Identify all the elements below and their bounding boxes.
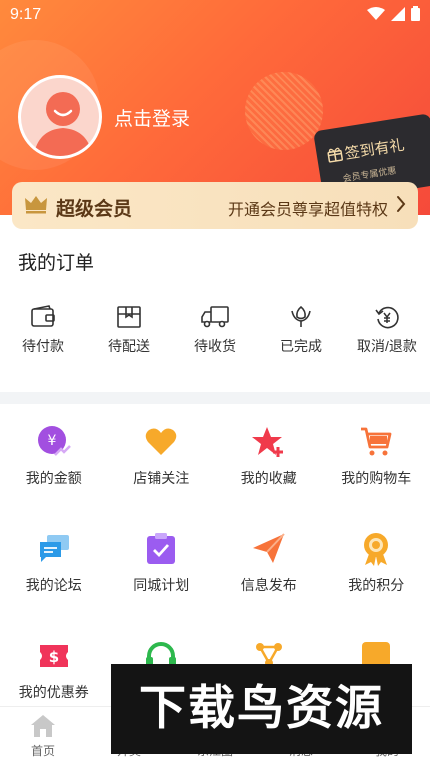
order-pending-receipt[interactable]: 待收货 [172, 305, 258, 365]
checklist-icon [147, 533, 176, 564]
order-pending-payment[interactable]: 待付款 [0, 305, 86, 365]
vip-member-banner[interactable]: 超级会员 开通会员尊享超值特权 [12, 182, 418, 229]
order-status-bar: 待付款 待配送 待收货 已完成 取消/退款 [0, 305, 430, 365]
service-label: 同城计划 [133, 577, 190, 593]
truck-icon [201, 306, 229, 328]
section-divider [0, 392, 430, 404]
service-label: 信息发布 [240, 577, 297, 593]
wallet-icon [31, 305, 55, 327]
service-cart[interactable]: 我的购物车 [323, 425, 430, 532]
crown-icon [25, 196, 47, 214]
login-link[interactable]: 点击登录 [114, 104, 190, 131]
service-publish-info[interactable]: 信息发布 [215, 532, 323, 639]
service-city-plan[interactable]: 同城计划 [108, 532, 216, 639]
heart-icon [145, 428, 177, 455]
paper-plane-icon [252, 533, 285, 563]
service-forum[interactable]: 我的论坛 [0, 532, 108, 639]
svg-text:$: $ [49, 648, 59, 666]
coupon-icon: $ [39, 645, 68, 667]
order-label: 待付款 [22, 338, 64, 354]
signal-icon [391, 6, 405, 21]
service-label: 我的收藏 [240, 470, 297, 486]
service-my-balance[interactable]: ¥ 我的金额 [0, 425, 108, 532]
service-label: 我的购物车 [341, 470, 412, 486]
order-label: 待收货 [194, 338, 236, 354]
wifi-icon [367, 6, 385, 20]
order-label: 取消/退款 [357, 338, 417, 354]
member-title: 超级会员 [56, 199, 133, 220]
star-icon [251, 427, 283, 457]
chevron-right-icon [397, 196, 406, 212]
nav-home[interactable]: 首页 [0, 707, 86, 764]
money-icon: ¥ [37, 426, 71, 456]
watermark: 下载鸟资源 [111, 664, 412, 754]
flower-icon [291, 305, 311, 327]
gift-icon [327, 147, 343, 163]
svg-text:¥: ¥ [47, 433, 56, 449]
status-bar: 9:17 [0, 0, 430, 30]
refund-icon [375, 306, 399, 329]
order-label: 待配送 [108, 338, 150, 354]
battery-icon [411, 6, 420, 21]
checkin-title: 签到有礼 [343, 136, 406, 163]
orders-title: 我的订单 [18, 253, 95, 274]
service-followed-shops[interactable]: 店铺关注 [108, 425, 216, 532]
cart-icon [361, 427, 392, 456]
medal-icon [364, 533, 389, 566]
status-time: 9:17 [10, 6, 42, 23]
decor-bubble [245, 72, 323, 150]
service-points[interactable]: 我的积分 [323, 532, 430, 639]
member-promo: 开通会员尊享超值特权 [227, 202, 388, 219]
service-favorites[interactable]: 我的收藏 [215, 425, 323, 532]
service-label: 我的论坛 [25, 577, 82, 593]
service-label: 我的优惠券 [18, 684, 89, 700]
avatar[interactable] [18, 75, 102, 159]
order-pending-delivery[interactable]: 待配送 [86, 305, 172, 365]
order-refund[interactable]: 取消/退款 [344, 305, 430, 365]
service-label: 我的积分 [348, 577, 405, 593]
home-icon [31, 715, 55, 737]
chat-icon [39, 535, 69, 562]
order-label: 已完成 [280, 338, 322, 354]
service-label: 我的金额 [25, 470, 82, 486]
order-completed[interactable]: 已完成 [258, 305, 344, 365]
nav-label: 首页 [30, 744, 55, 758]
service-label: 店铺关注 [133, 470, 190, 486]
package-icon [117, 306, 141, 328]
